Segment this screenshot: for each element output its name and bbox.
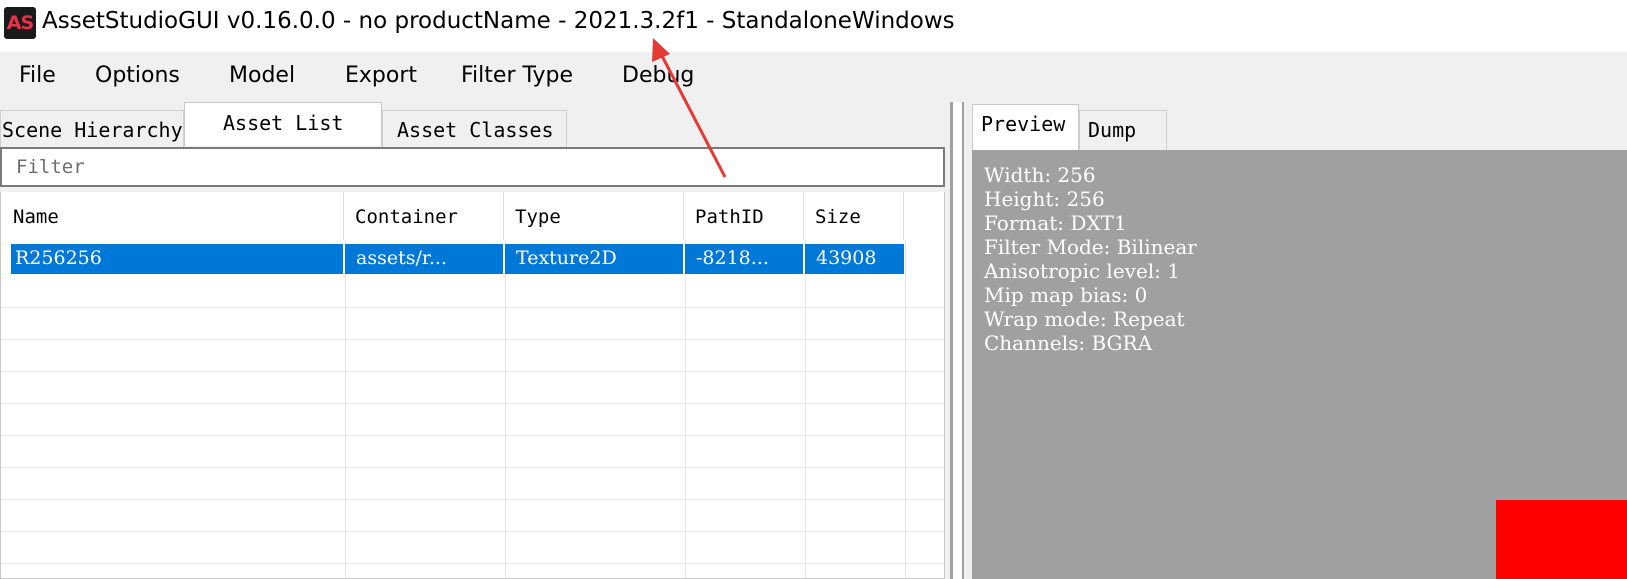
info-wrap-mode: Wrap mode: Repeat xyxy=(984,307,1185,331)
menu-model[interactable]: Model xyxy=(229,63,295,88)
asset-list: Name Container Type PathID Size R256256 … xyxy=(0,192,945,579)
filter-input[interactable] xyxy=(0,147,945,187)
tab-asset-classes[interactable]: Asset Classes xyxy=(382,110,567,148)
tab-asset-list[interactable]: Asset List xyxy=(184,102,382,146)
info-format: Format: DXT1 xyxy=(984,211,1127,235)
title-bar: AS AssetStudioGUI v0.16.0.0 - no product… xyxy=(0,0,1627,48)
cell-container: assets/r... xyxy=(345,244,505,274)
window-title: AssetStudioGUI v0.16.0.0 - no productNam… xyxy=(42,8,955,34)
menu-bar: File Options Model Export Filter Type De… xyxy=(0,52,1627,102)
tab-dump[interactable]: Dump xyxy=(1079,110,1167,150)
info-channels: Channels: BGRA xyxy=(984,331,1153,355)
column-header-name[interactable]: Name xyxy=(1,192,344,240)
left-panel: Scene Hierarchy Asset List Asset Classes… xyxy=(0,102,953,579)
preview-area: Width: 256 Height: 256 Format: DXT1 Filt… xyxy=(972,150,1627,579)
grid-line xyxy=(685,240,686,578)
menu-debug[interactable]: Debug xyxy=(622,63,694,88)
info-filter-mode: Filter Mode: Bilinear xyxy=(984,235,1197,259)
right-panel: Preview Dump Width: 256 Height: 256 Form… xyxy=(962,102,1627,579)
empty-row xyxy=(1,436,944,468)
info-height: Height: 256 xyxy=(984,187,1105,211)
grid-line xyxy=(905,240,906,578)
menu-file[interactable]: File xyxy=(19,63,56,88)
empty-row xyxy=(1,276,944,308)
menu-options[interactable]: Options xyxy=(95,63,180,88)
info-anisotropic: Anisotropic level: 1 xyxy=(984,259,1181,283)
column-header-container[interactable]: Container xyxy=(344,192,504,240)
empty-row xyxy=(1,308,944,340)
column-header-size[interactable]: Size xyxy=(804,192,904,240)
empty-row xyxy=(1,468,944,500)
empty-row xyxy=(1,532,944,564)
table-row-selected[interactable]: R256256 assets/r... Texture2D -8218... 4… xyxy=(11,244,904,274)
grid-line xyxy=(345,240,346,578)
cell-pathid: -8218... xyxy=(685,244,805,274)
empty-row xyxy=(1,340,944,372)
empty-row xyxy=(1,500,944,532)
column-header-pathid[interactable]: PathID xyxy=(684,192,804,240)
info-mip-bias: Mip map bias: 0 xyxy=(984,283,1148,307)
grid-line xyxy=(805,240,806,578)
grid-line xyxy=(505,240,506,578)
cell-type: Texture2D xyxy=(505,244,685,274)
empty-row xyxy=(1,404,944,436)
tab-scene-hierarchy[interactable]: Scene Hierarchy xyxy=(0,110,184,148)
texture-preview-image xyxy=(1496,500,1627,579)
menu-filter-type[interactable]: Filter Type xyxy=(461,63,573,88)
menu-export[interactable]: Export xyxy=(345,63,417,88)
cell-size: 43908 xyxy=(816,247,877,269)
empty-row xyxy=(1,372,944,404)
app-logo-icon: AS xyxy=(4,7,36,39)
info-width: Width: 256 xyxy=(984,163,1096,187)
column-header-type[interactable]: Type xyxy=(504,192,684,240)
tab-preview[interactable]: Preview xyxy=(972,104,1079,150)
cell-name: R256256 xyxy=(11,244,345,274)
